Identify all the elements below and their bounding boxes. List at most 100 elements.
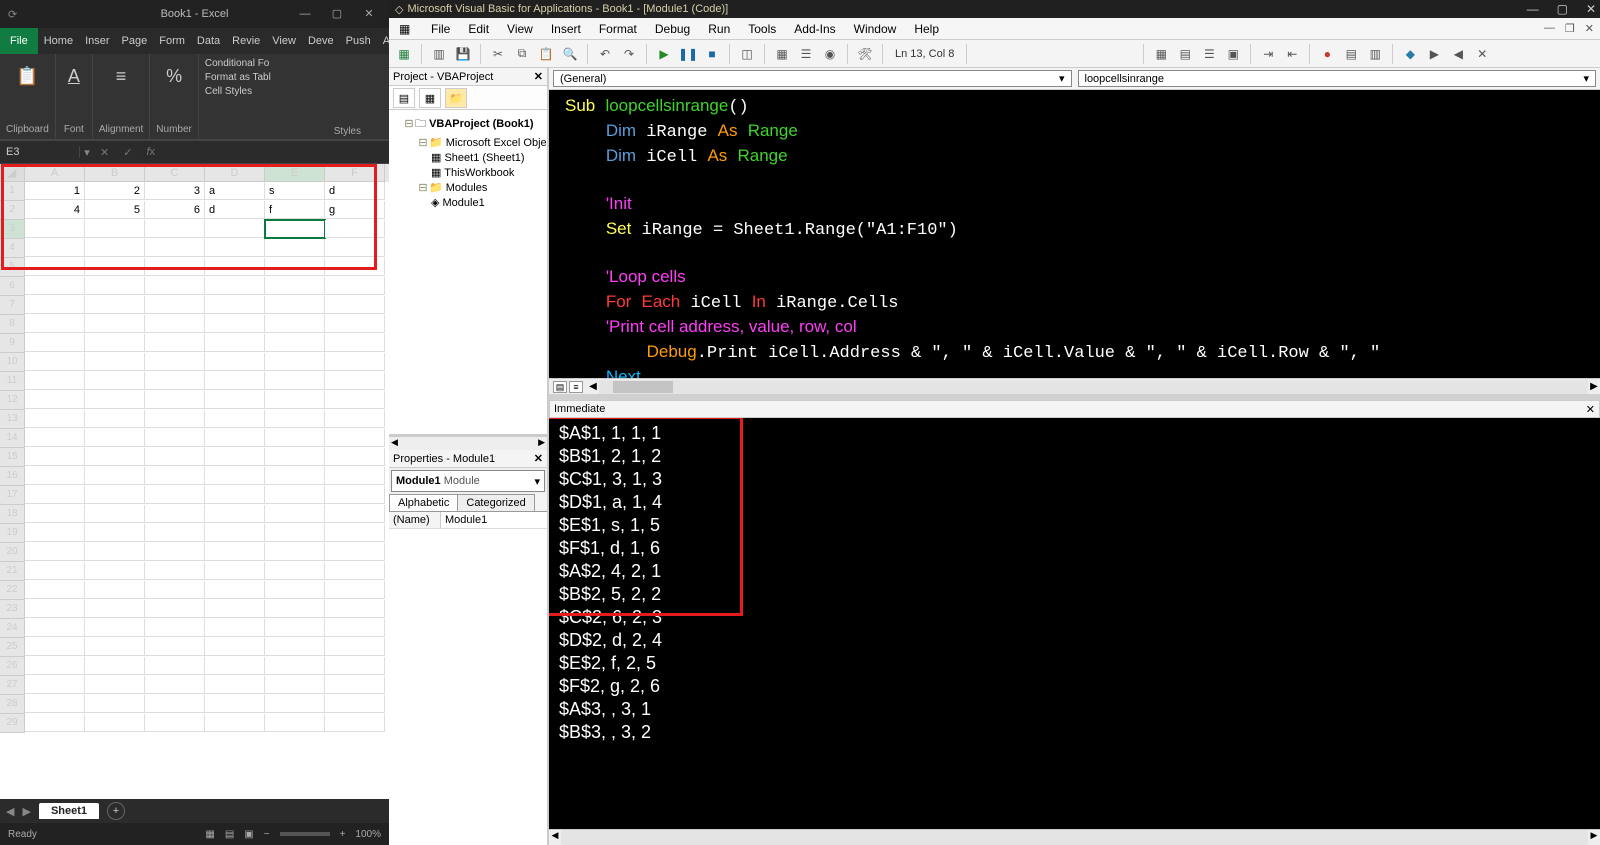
cell[interactable] [325, 543, 385, 561]
view-layout-icon[interactable]: ▤ [225, 829, 234, 840]
cell[interactable] [325, 296, 385, 314]
cell[interactable] [145, 448, 205, 466]
cell[interactable] [85, 353, 145, 371]
cell[interactable] [25, 296, 85, 314]
cut-icon[interactable]: ✂ [489, 45, 507, 63]
tab-view[interactable]: View [266, 28, 302, 54]
code-hscrollbar[interactable]: ▤≡ ◀ ▶ [549, 378, 1600, 394]
cell[interactable] [25, 410, 85, 428]
cell[interactable] [265, 315, 325, 333]
cell[interactable] [325, 657, 385, 675]
cell[interactable] [85, 619, 145, 637]
cell[interactable]: s [265, 182, 325, 200]
row-header-4[interactable]: 4 [0, 239, 25, 258]
cell[interactable] [325, 676, 385, 694]
cell[interactable]: 2 [85, 182, 145, 200]
cell[interactable] [85, 315, 145, 333]
row-header-8[interactable]: 8 [0, 315, 25, 334]
cell[interactable] [85, 695, 145, 713]
vba-system-icon[interactable]: ▦ [399, 22, 413, 36]
cell[interactable] [25, 505, 85, 523]
tab-push[interactable]: Push [340, 28, 377, 54]
cell[interactable] [85, 543, 145, 561]
mdi-minimize-button[interactable]: — [1544, 22, 1555, 35]
cell[interactable] [265, 353, 325, 371]
break-icon[interactable]: ❚❚ [679, 45, 697, 63]
view-normal-icon[interactable]: ▦ [205, 829, 214, 840]
row-header-9[interactable]: 9 [0, 334, 25, 353]
tab-developer[interactable]: Deve [302, 28, 340, 54]
cell[interactable] [205, 505, 265, 523]
cell[interactable] [145, 296, 205, 314]
cell[interactable]: f [265, 201, 325, 219]
tab-page[interactable]: Page [116, 28, 154, 54]
redo-icon[interactable]: ↷ [620, 45, 638, 63]
toolbar-icon[interactable]: ▤ [1176, 45, 1194, 63]
menu-insert[interactable]: Insert [551, 22, 581, 36]
cell[interactable] [205, 638, 265, 656]
row-header-25[interactable]: 25 [0, 638, 25, 657]
toolbox-icon[interactable]: 🛠 [856, 45, 874, 63]
cell[interactable] [25, 581, 85, 599]
col-header-E[interactable]: E [265, 164, 325, 182]
sheet-nav-next[interactable]: ▶ [22, 805, 30, 818]
number-icon[interactable]: % [160, 58, 188, 95]
row-header-20[interactable]: 20 [0, 543, 25, 562]
cell[interactable] [25, 258, 85, 276]
cell[interactable] [85, 562, 145, 580]
cell[interactable] [325, 467, 385, 485]
toggle-folders-icon[interactable]: 📁 [445, 88, 467, 108]
cell[interactable] [205, 353, 265, 371]
add-sheet-button[interactable]: + [107, 802, 125, 820]
cell[interactable]: d [205, 201, 265, 219]
cell[interactable] [25, 448, 85, 466]
cell[interactable] [205, 695, 265, 713]
cell[interactable] [265, 220, 325, 238]
cell[interactable] [205, 619, 265, 637]
toolbar-icon[interactable]: ▣ [1224, 45, 1242, 63]
cell[interactable] [85, 505, 145, 523]
menu-format[interactable]: Format [599, 22, 637, 36]
view-object-icon[interactable]: ▦ [419, 88, 441, 108]
cell[interactable] [265, 505, 325, 523]
immediate-scrollbar[interactable]: ◀ ▶ [549, 829, 1600, 845]
cell[interactable] [205, 410, 265, 428]
cell[interactable] [325, 695, 385, 713]
cell[interactable] [325, 429, 385, 447]
cell[interactable] [25, 372, 85, 390]
cell[interactable] [85, 448, 145, 466]
cell[interactable] [25, 239, 85, 257]
close-button[interactable]: ✕ [353, 0, 385, 28]
cell[interactable] [145, 638, 205, 656]
cell[interactable] [205, 562, 265, 580]
properties-panel-close-button[interactable]: ✕ [534, 452, 543, 465]
cell[interactable] [25, 429, 85, 447]
mdi-close-button[interactable]: ✕ [1585, 22, 1594, 35]
undo-icon[interactable]: ↶ [596, 45, 614, 63]
minimize-button[interactable]: — [289, 0, 321, 28]
row-header-13[interactable]: 13 [0, 410, 25, 429]
col-header-C[interactable]: C [145, 164, 205, 182]
cell[interactable] [265, 619, 325, 637]
cell[interactable] [145, 429, 205, 447]
fx-icon[interactable]: fx [146, 146, 155, 159]
row-header-3[interactable]: 3 [0, 220, 25, 239]
cell[interactable] [145, 353, 205, 371]
immediate-close-button[interactable]: ✕ [1586, 403, 1595, 416]
cell[interactable] [25, 619, 85, 637]
cell[interactable] [85, 296, 145, 314]
cell[interactable]: g [325, 201, 385, 219]
cell[interactable] [145, 505, 205, 523]
row-header-15[interactable]: 15 [0, 448, 25, 467]
cell[interactable] [145, 334, 205, 352]
tree-module1[interactable]: ◈ Module1 [391, 195, 545, 210]
cell[interactable] [325, 714, 385, 732]
menu-help[interactable]: Help [914, 22, 939, 36]
cell[interactable]: d [325, 182, 385, 200]
immediate-window[interactable]: $A$1, 1, 1, 1 $B$1, 2, 1, 2 $C$1, 3, 1, … [549, 418, 1600, 829]
cell[interactable] [145, 619, 205, 637]
cell[interactable] [85, 429, 145, 447]
cell[interactable] [325, 239, 385, 257]
cell[interactable] [325, 562, 385, 580]
cell[interactable] [25, 714, 85, 732]
